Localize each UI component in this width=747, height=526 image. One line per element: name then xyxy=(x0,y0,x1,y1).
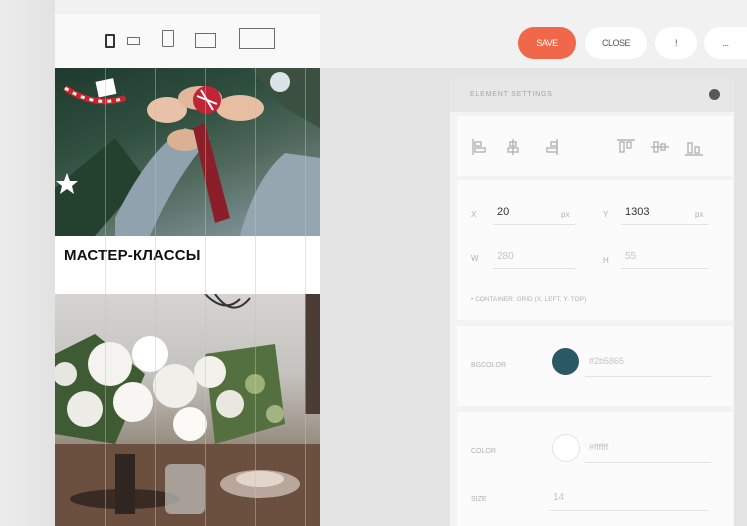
align-right-icon xyxy=(546,139,558,155)
panel-header: ELEMENT SETTINGS xyxy=(450,78,734,112)
h-field-underline xyxy=(621,268,709,269)
color-swatch[interactable] xyxy=(552,434,580,462)
color-underline xyxy=(585,462,711,463)
mobile-preview: МАСТЕР-КЛАССЫ xyxy=(55,68,320,526)
photo-christmas-hands-graphic xyxy=(55,68,320,236)
x-field[interactable]: 20 xyxy=(497,206,509,218)
size-label: SIZE xyxy=(471,496,487,503)
align-top-icon xyxy=(617,139,635,153)
size-underline xyxy=(549,510,709,511)
bgcolor-label: BGCOLOR xyxy=(471,362,507,369)
grid-guide xyxy=(255,68,256,526)
phone-portrait-icon[interactable] xyxy=(105,34,115,48)
container-note[interactable]: • CONTAINER: GRID (X: LEFT, Y: TOP) xyxy=(471,296,586,303)
device-switcher xyxy=(55,14,320,68)
bgcolor-underline xyxy=(585,376,711,377)
section-title[interactable]: МАСТЕР-КЛАССЫ xyxy=(64,247,201,264)
align-bottom-icon xyxy=(685,142,703,156)
photo-white-flowers-graphic xyxy=(55,294,320,526)
align-center-vertical-icon xyxy=(651,141,669,153)
align-center-horizontal-icon xyxy=(507,139,519,155)
color-label: COLOR xyxy=(471,448,496,455)
w-field-underline xyxy=(493,268,575,269)
info-button[interactable]: ! xyxy=(655,27,697,59)
alignment-card xyxy=(457,116,733,176)
y-field[interactable]: 1303 xyxy=(625,206,649,218)
bgcolor-field[interactable]: #2b5865 xyxy=(589,356,624,366)
close-button[interactable]: CLOSE xyxy=(585,27,647,59)
x-field-underline xyxy=(493,224,575,225)
photo-white-flowers xyxy=(55,294,320,526)
x-label: X xyxy=(471,210,477,219)
grid-guide xyxy=(305,68,306,526)
align-left-icon xyxy=(472,139,486,155)
grid-guide xyxy=(155,68,156,526)
w-field[interactable]: 280 xyxy=(497,251,514,262)
phone-landscape-icon[interactable] xyxy=(127,37,140,45)
grid-guide xyxy=(205,68,206,526)
photo-christmas-hands xyxy=(55,68,320,236)
text-style-card: COLOR #ffffff SIZE 14 xyxy=(457,412,733,526)
close-icon[interactable] xyxy=(709,89,720,100)
bgcolor-swatch[interactable] xyxy=(552,348,579,375)
y-unit: px xyxy=(695,210,704,219)
left-gutter xyxy=(0,0,55,526)
more-button[interactable]: ... xyxy=(704,27,747,59)
w-label: W xyxy=(471,254,479,263)
element-settings-panel: ELEMENT SETTINGS X 20 px Y 1303 px W 280… xyxy=(450,78,734,526)
bgcolor-card: BGCOLOR #2b5865 xyxy=(457,326,733,406)
x-unit: px xyxy=(561,210,570,219)
color-field[interactable]: #ffffff xyxy=(589,442,608,452)
desktop-icon[interactable] xyxy=(239,28,275,49)
grid-guide xyxy=(105,68,106,526)
position-size-card: X 20 px Y 1303 px W 280 H 55 • CONTAINER… xyxy=(457,180,733,320)
h-field[interactable]: 55 xyxy=(625,251,636,262)
h-label: H xyxy=(603,256,609,265)
y-field-underline xyxy=(621,224,709,225)
save-button[interactable]: SAVE xyxy=(518,27,576,59)
y-label: Y xyxy=(603,210,609,219)
tablet-landscape-icon[interactable] xyxy=(195,33,216,48)
alignment-icons xyxy=(472,139,703,156)
panel-title: ELEMENT SETTINGS xyxy=(470,91,553,98)
size-field[interactable]: 14 xyxy=(553,492,564,503)
tablet-portrait-icon[interactable] xyxy=(162,30,174,47)
